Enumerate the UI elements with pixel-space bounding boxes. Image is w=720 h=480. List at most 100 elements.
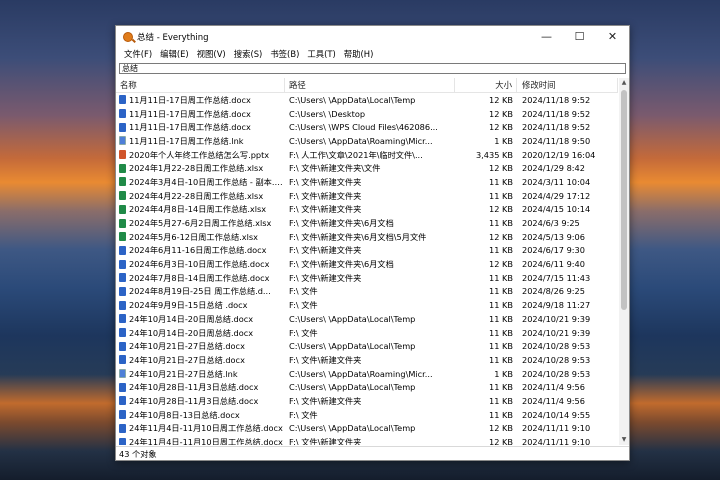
docx-file-icon — [119, 259, 126, 269]
menu-file[interactable]: 文件(F) — [120, 48, 156, 60]
file-row[interactable]: 2024年4月22-28日周工作总结.xlsx F:\ 文件\新建文件夹 11 KB… — [116, 189, 618, 203]
file-size: 11 KB — [488, 272, 513, 283]
file-row[interactable]: 2024年6月3日-10日周工作总结.docx F:\ 文件\新建文件夹\6月文档… — [116, 257, 618, 271]
docx-file-icon — [119, 122, 126, 132]
file-row[interactable]: 24年11月4日-11月10日周工作总结.docx C:\Users\ \AppD… — [116, 422, 618, 436]
file-name: 2024年5月27-6月2日周工作总结.xlsx — [129, 218, 272, 229]
file-name: 2024年4月22-28日周工作总结.xlsx — [129, 190, 264, 201]
file-path: C:\Users\ \Desktop — [289, 108, 366, 119]
file-path: C:\Users\ \AppData\Local\Temp — [289, 423, 416, 434]
file-row[interactable]: 11月11日-17日周工作总结.docx C:\Users\ \AppData\L… — [116, 93, 618, 107]
file-date: 2024/11/18 9:52 — [522, 94, 591, 105]
scroll-down-icon[interactable]: ▼ — [619, 435, 629, 445]
file-name: 11月11日-17日周工作总结.lnk — [129, 135, 244, 146]
file-size: 12 KB — [488, 122, 513, 133]
file-row[interactable]: 11月11日-17日周工作总结.docx C:\Users\ \Desktop 12… — [116, 107, 618, 121]
file-row[interactable]: 24年10月28日-11月3日总结.docx C:\Users\ \AppData… — [116, 380, 618, 394]
file-row[interactable]: 2024年6月11-16日周工作总结.docx F:\ 文件\新建文件夹 11 KB… — [116, 244, 618, 258]
file-name-cell: 24年10月21日-27日总结.docx — [116, 340, 285, 352]
file-path: F:\ 文件\新建文件夹\6月文档\5月文件 — [289, 231, 427, 242]
column-size-header[interactable]: 大小 — [455, 78, 517, 92]
menu-bookmarks[interactable]: 书签(B) — [266, 48, 303, 60]
file-name: 24年10月28日-11月3日总结.docx — [129, 395, 259, 406]
file-row[interactable]: 2024年1月22-28日周工作总结.xlsx F:\ 文件\新建文件夹\文件 12… — [116, 161, 618, 175]
file-size: 11 KB — [488, 354, 513, 365]
file-row[interactable]: 24年10月8日-13日总结.docx F:\ 文件 11 KB 2024/10/14… — [116, 408, 618, 422]
file-row[interactable]: 24年10月28日-11月3日总结.docx F:\ 文件\新建文件夹 11 KB 2… — [116, 394, 618, 408]
file-name-cell: 11月11日-17日周工作总结.docx — [116, 94, 285, 106]
menu-search[interactable]: 搜索(S) — [230, 48, 267, 60]
file-row[interactable]: 24年10月14日-20日周总结.docx C:\Users\ \AppData\… — [116, 312, 618, 326]
file-row[interactable]: 24年10月14日-20日周总结.docx F:\ 文件 11 KB 2024/10/… — [116, 326, 618, 340]
everything-window: 总结 - Everything — ☐ ✕ 文件(F) 编辑(E) 视图(V) … — [115, 25, 630, 461]
column-header: 名称 路径 大小 修改时间 — [116, 78, 618, 93]
file-path: C:\Users\ \AppData\Local\Temp — [289, 341, 416, 352]
file-path: F:\ 文件 — [289, 409, 318, 420]
docx-file-icon — [119, 300, 126, 310]
xlsx-file-icon — [119, 163, 126, 173]
file-row[interactable]: 11月11日-17日周工作总结.docx C:\Users\ \WPS Cloud… — [116, 120, 618, 134]
file-path: F:\ 文件\新建文件夹\6月文档 — [289, 259, 394, 270]
file-name: 24年10月14日-20日周总结.docx — [129, 327, 254, 338]
search-input[interactable] — [119, 63, 626, 74]
window-title: 总结 - Everything — [137, 32, 209, 43]
file-row[interactable]: 24年10月21日-27日总结.docx F:\ 文件\新建文件夹 11 KB 202… — [116, 353, 618, 367]
file-row[interactable]: 2024年7月8日-14日周工作总结.docx F:\ 文件\新建文件夹 11 KB… — [116, 271, 618, 285]
file-row[interactable]: 24年11月4日-11月10日周工作总结.docx F:\ 文件\新建文件夹 12 … — [116, 435, 618, 445]
file-row[interactable]: 2024年9月9日-15日总结 .docx F:\ 文件 11 KB 2024/9/1… — [116, 298, 618, 312]
file-name: 2024年3月4日-10日周工作总结 - 副本.xlsx — [129, 176, 285, 187]
scroll-up-icon[interactable]: ▲ — [619, 78, 629, 88]
minimize-button[interactable]: — — [530, 26, 563, 47]
file-row[interactable]: 2020年个人年终工作总结怎么写.pptx F:\ 人工作\文章\2021年\临时… — [116, 148, 618, 162]
file-path: F:\ 文件 — [289, 300, 318, 311]
docx-file-icon — [119, 245, 126, 255]
file-name-cell: 24年10月14日-20日周总结.docx — [116, 313, 285, 325]
file-row[interactable]: 24年10月21日-27日总结.docx C:\Users\ \AppData\L… — [116, 339, 618, 353]
docx-file-icon — [119, 95, 126, 105]
file-name-cell: 24年11月4日-11月10日周工作总结.docx — [116, 422, 285, 434]
maximize-button[interactable]: ☐ — [563, 26, 596, 47]
file-path: F:\ 文件\新建文件夹 — [289, 354, 362, 365]
vertical-scrollbar[interactable]: ▲ ▼ — [619, 78, 629, 445]
file-size: 11 KB — [488, 382, 513, 393]
menu-help[interactable]: 帮助(H) — [340, 48, 378, 60]
menu-tools[interactable]: 工具(T) — [303, 48, 339, 60]
file-date: 2024/7/15 11:43 — [522, 272, 591, 283]
docx-file-icon — [119, 410, 126, 420]
file-name: 24年10月21日-27日总结.docx — [129, 341, 245, 352]
file-name-cell: 2024年8月19日-25日 周工作总结.d... — [116, 285, 285, 297]
file-size: 11 KB — [488, 300, 513, 311]
xlsx-file-icon — [119, 191, 126, 201]
scroll-thumb[interactable] — [621, 90, 627, 310]
file-name-cell: 2024年1月22-28日周工作总结.xlsx — [116, 162, 285, 174]
column-name-header[interactable]: 名称 — [116, 78, 285, 92]
title-bar[interactable]: 总结 - Everything — ☐ ✕ — [116, 26, 629, 47]
close-button[interactable]: ✕ — [596, 26, 629, 47]
file-row[interactable]: 2024年5月27-6月2日周工作总结.xlsx F:\ 文件\新建文件夹\6月文… — [116, 216, 618, 230]
file-row[interactable]: 2024年3月4日-10日周工作总结 - 副本.xlsx F:\ 文件\新建文件夹… — [116, 175, 618, 189]
file-size: 1 KB — [494, 135, 513, 146]
file-row[interactable]: 2024年5月6-12日周工作总结.xlsx F:\ 文件\新建文件夹\6月文档\… — [116, 230, 618, 244]
file-name-cell: 2024年9月9日-15日总结 .docx — [116, 299, 285, 311]
file-date: 2024/11/18 9:52 — [522, 122, 591, 133]
column-date-header[interactable]: 修改时间 — [517, 78, 618, 92]
column-path-header[interactable]: 路径 — [285, 78, 455, 92]
file-name-cell: 24年10月8日-13日总结.docx — [116, 409, 285, 421]
file-path: C:\Users\ \AppData\Local\Temp — [289, 313, 416, 324]
docx-file-icon — [119, 328, 126, 338]
file-date: 2024/11/11 9:10 — [522, 437, 591, 445]
file-path: F:\ 文件\新建文件夹 — [289, 204, 362, 215]
status-bar: 43 个对象 — [116, 446, 629, 460]
file-name-cell: 24年11月4日-11月10日周工作总结.docx — [116, 436, 285, 445]
file-date: 2024/11/11 9:10 — [522, 423, 591, 434]
file-date: 2024/11/18 9:52 — [522, 108, 591, 119]
file-row[interactable]: 2024年4月8日-14日周工作总结.xlsx F:\ 文件\新建文件夹 12 KB… — [116, 203, 618, 217]
file-name-cell: 24年10月21日-27日总结.lnk — [116, 368, 285, 380]
menu-view[interactable]: 视图(V) — [193, 48, 230, 60]
file-row[interactable]: 11月11日-17日周工作总结.lnk C:\Users\ \AppData\Ro… — [116, 134, 618, 148]
file-path: F:\ 文件\新建文件夹\文件 — [289, 163, 381, 174]
menu-edit[interactable]: 编辑(E) — [156, 48, 193, 60]
file-row[interactable]: 2024年8月19日-25日 周工作总结.d... F:\ 文件 11 KB 2024… — [116, 285, 618, 299]
file-row[interactable]: 24年10月21日-27日总结.lnk C:\Users\ \AppData\Ro… — [116, 367, 618, 381]
file-path: C:\Users\ \AppData\Roaming\Micr... — [289, 368, 433, 379]
